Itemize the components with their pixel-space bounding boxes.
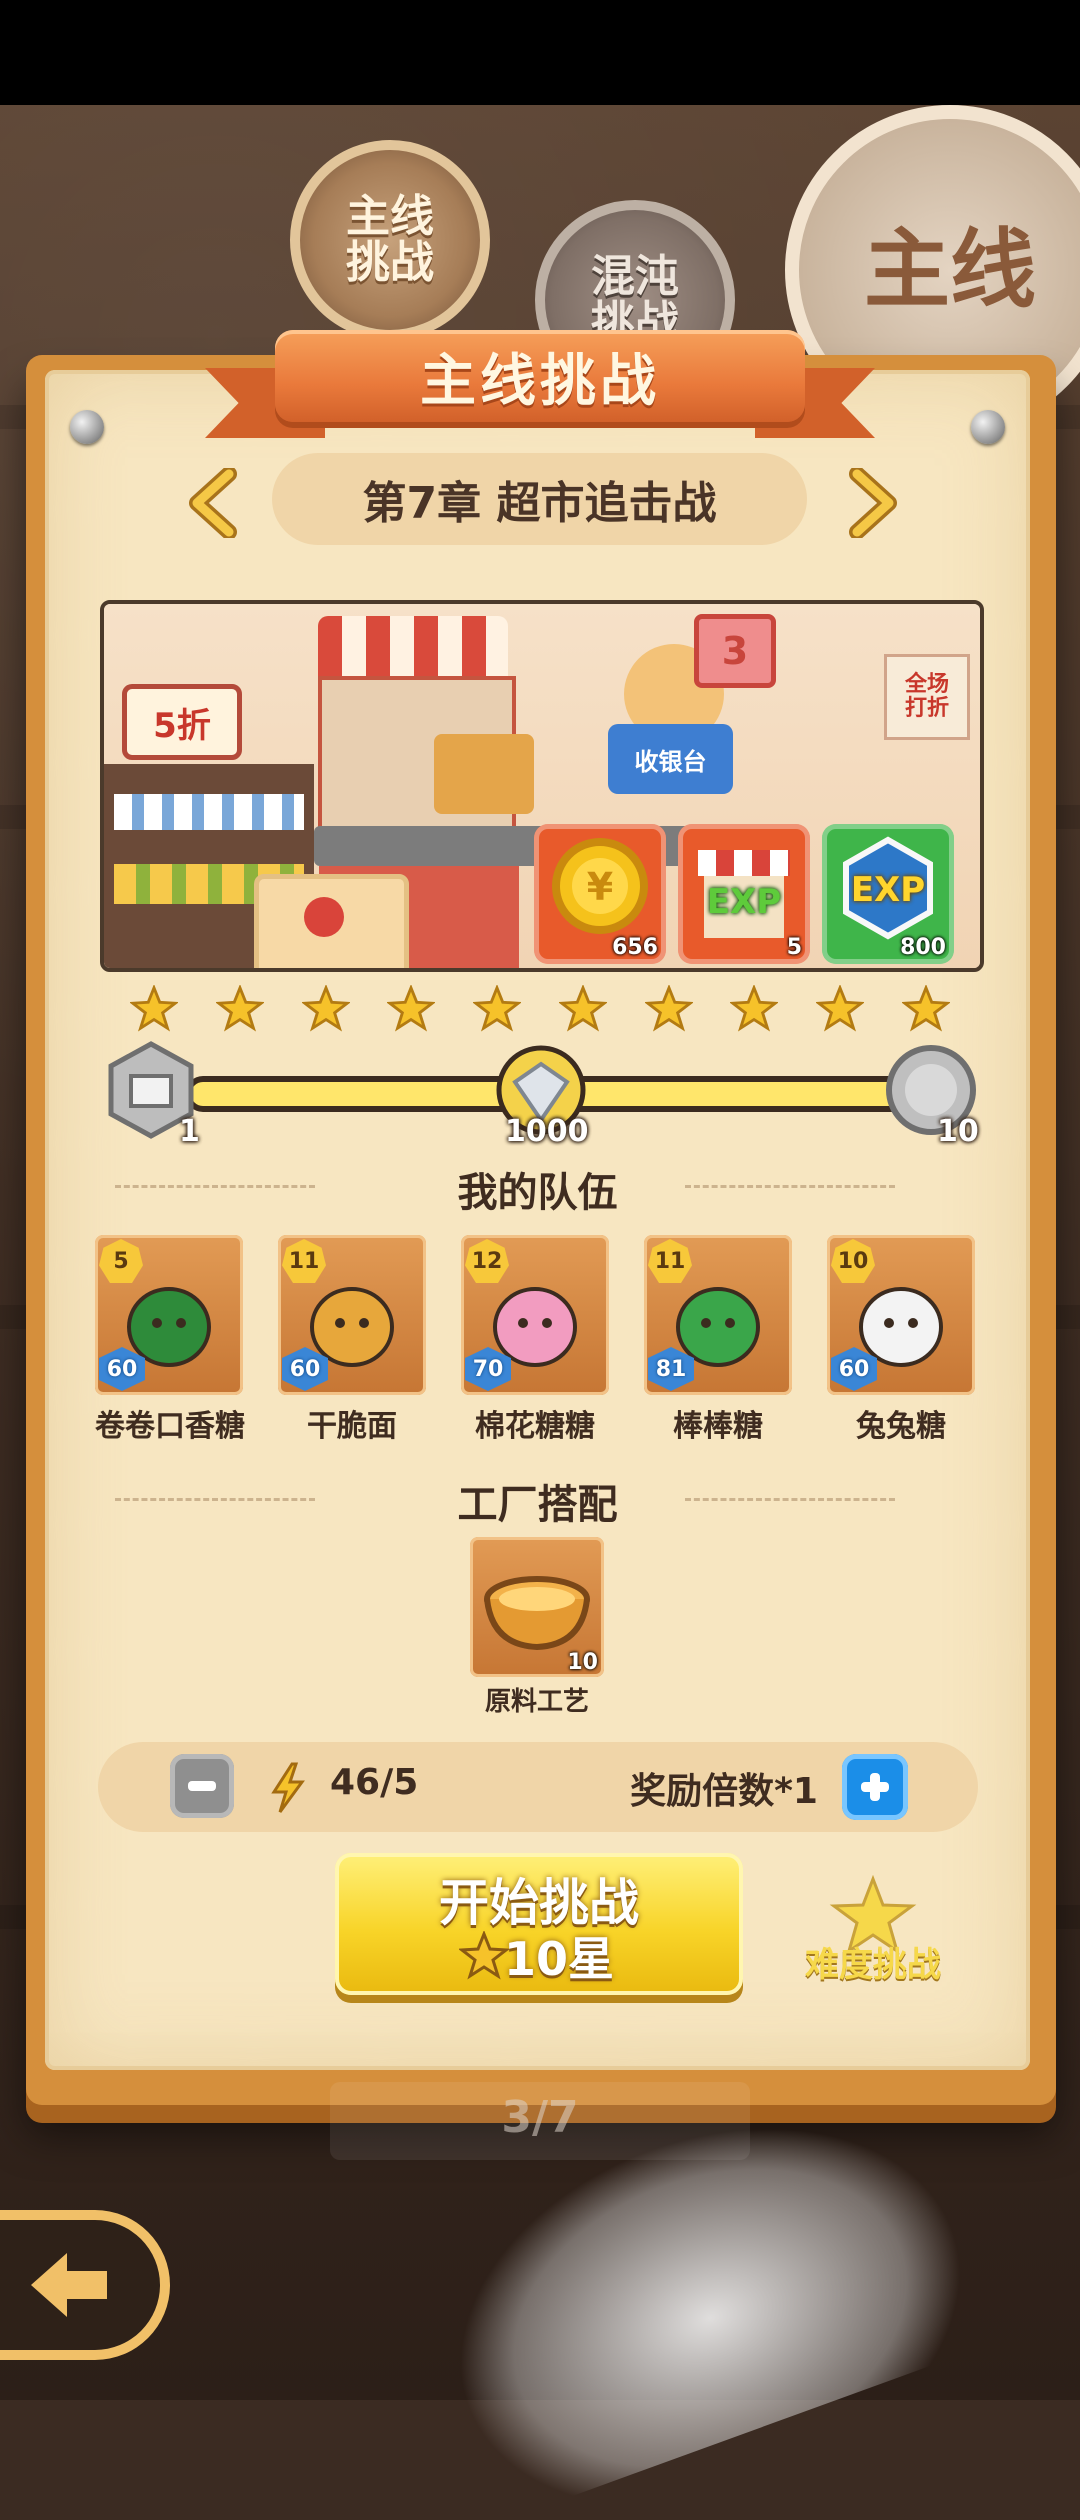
title-ribbon: 主线挑战 [205, 330, 875, 448]
star-progress: 1 1000 10 [108, 1041, 979, 1149]
multiplier-bar: 46/5 奖励倍数*1 [98, 1742, 978, 1832]
lightning-icon [271, 1762, 305, 1813]
reward-qty: 800 [900, 935, 946, 960]
back-button[interactable] [0, 2210, 170, 2360]
energy-cost: 46/5 [330, 1762, 419, 1803]
star-icon [130, 985, 178, 1032]
chapter-stars [130, 985, 950, 1033]
status-bar [0, 0, 1080, 105]
plus-icon [861, 1773, 889, 1801]
prev-chapter-button[interactable] [185, 468, 241, 538]
team-list: 5 60 卷卷口香糖 11 60 干脆面 12 70 棉花糖糖 11 81 棒棒糖 10 60 兔兔糖 [95, 1235, 975, 1445]
chapter-title-bar: 第7章 超市追击战 [272, 453, 807, 545]
team-member[interactable]: 11 60 干脆面 [278, 1235, 426, 1445]
member-card[interactable]: 5 60 [95, 1235, 243, 1395]
pin-icon [971, 410, 1005, 444]
factory-qty: 10 [567, 1650, 598, 1675]
star-icon [558, 985, 607, 1032]
team-member[interactable]: 11 81 棒棒糖 [644, 1235, 792, 1445]
member-name: 卷卷口香糖 [95, 1409, 245, 1444]
start-challenge-button[interactable]: 开始挑战 10星 [335, 1853, 743, 1995]
star-icon [387, 985, 436, 1032]
member-card[interactable]: 11 81 [644, 1235, 792, 1395]
decrease-multiplier-button[interactable] [170, 1754, 234, 1818]
basket [434, 734, 534, 814]
factory-item[interactable]: 10 原料工艺 [470, 1537, 604, 1718]
member-name: 棒棒糖 [673, 1409, 763, 1444]
factory-name: 原料工艺 [484, 1687, 589, 1717]
milestone-label: 10 [937, 1114, 979, 1149]
chevron-right-icon [849, 468, 897, 538]
next-chapter-button[interactable] [845, 468, 901, 538]
member-name: 兔兔糖 [856, 1409, 946, 1444]
pin-icon [70, 410, 104, 444]
team-member[interactable]: 12 70 棉花糖糖 [461, 1235, 609, 1445]
difficulty-challenge-button[interactable]: 难度挑战 [798, 1875, 948, 1995]
star-icon [901, 985, 950, 1032]
star-icon [730, 985, 779, 1032]
member-card[interactable]: 12 70 [461, 1235, 609, 1395]
cashier-sign: 收银台 [608, 724, 733, 794]
factory-title: 工厂搭配 [457, 1482, 618, 1528]
team-member[interactable]: 10 60 兔兔糖 [827, 1235, 975, 1445]
reward-multiplier: 奖励倍数*1 [630, 1771, 818, 1812]
star-icon [644, 985, 693, 1032]
star-cost: 10星 [503, 1932, 614, 1986]
team-member[interactable]: 5 60 卷卷口香糖 [95, 1235, 245, 1445]
member-name: 棉花糖糖 [475, 1409, 595, 1444]
back-arrow-icon [31, 2253, 107, 2317]
difficulty-label: 难度挑战 [805, 1945, 941, 1985]
scene-door [254, 874, 409, 968]
star-icon [301, 985, 350, 1032]
chevron-left-icon [189, 468, 237, 538]
reward-exp-label: EXP [850, 870, 926, 910]
member-name: 干脆面 [307, 1409, 397, 1444]
chapter-title: 第7章 超市追击战 [362, 478, 717, 529]
svg-text:¥: ¥ [587, 865, 613, 909]
chapter-scene: 5折 收银台 3 全场 打折 ¥ 656 EXP 5 EXP 800 [100, 600, 984, 972]
milestone-label: 1000 [505, 1114, 589, 1149]
reward-coins[interactable]: ¥ 656 [534, 824, 666, 964]
chapter-rewards: ¥ 656 EXP 5 EXP 800 [534, 824, 954, 964]
minus-icon [188, 1781, 216, 1791]
sale-sign: 5折 [122, 684, 242, 760]
milestone-label: 1 [179, 1114, 200, 1149]
member-card[interactable]: 11 60 [278, 1235, 426, 1395]
star-icon [473, 985, 522, 1032]
star-icon [215, 985, 264, 1032]
member-card[interactable]: 10 60 [827, 1235, 975, 1395]
reward-exp-shop[interactable]: EXP 5 [678, 824, 810, 964]
factory-card[interactable]: 10 [470, 1537, 604, 1677]
discount-sign: 全场 打折 [884, 654, 970, 740]
main-challenge-tab-token[interactable]: 主线 挑战 [290, 140, 490, 340]
reward-exp-label: EXP [706, 882, 782, 922]
team-title: 我的队伍 [457, 1170, 618, 1216]
star-icon [816, 985, 865, 1032]
awning [318, 616, 508, 676]
reward-qty: 5 [786, 935, 802, 960]
page-title: 主线挑战 [420, 348, 660, 414]
increase-multiplier-button[interactable] [842, 1754, 908, 1820]
reward-qty: 656 [612, 935, 658, 960]
queue-number-sign: 3 [694, 614, 776, 688]
reward-exp-gem[interactable]: EXP 800 [822, 824, 954, 964]
